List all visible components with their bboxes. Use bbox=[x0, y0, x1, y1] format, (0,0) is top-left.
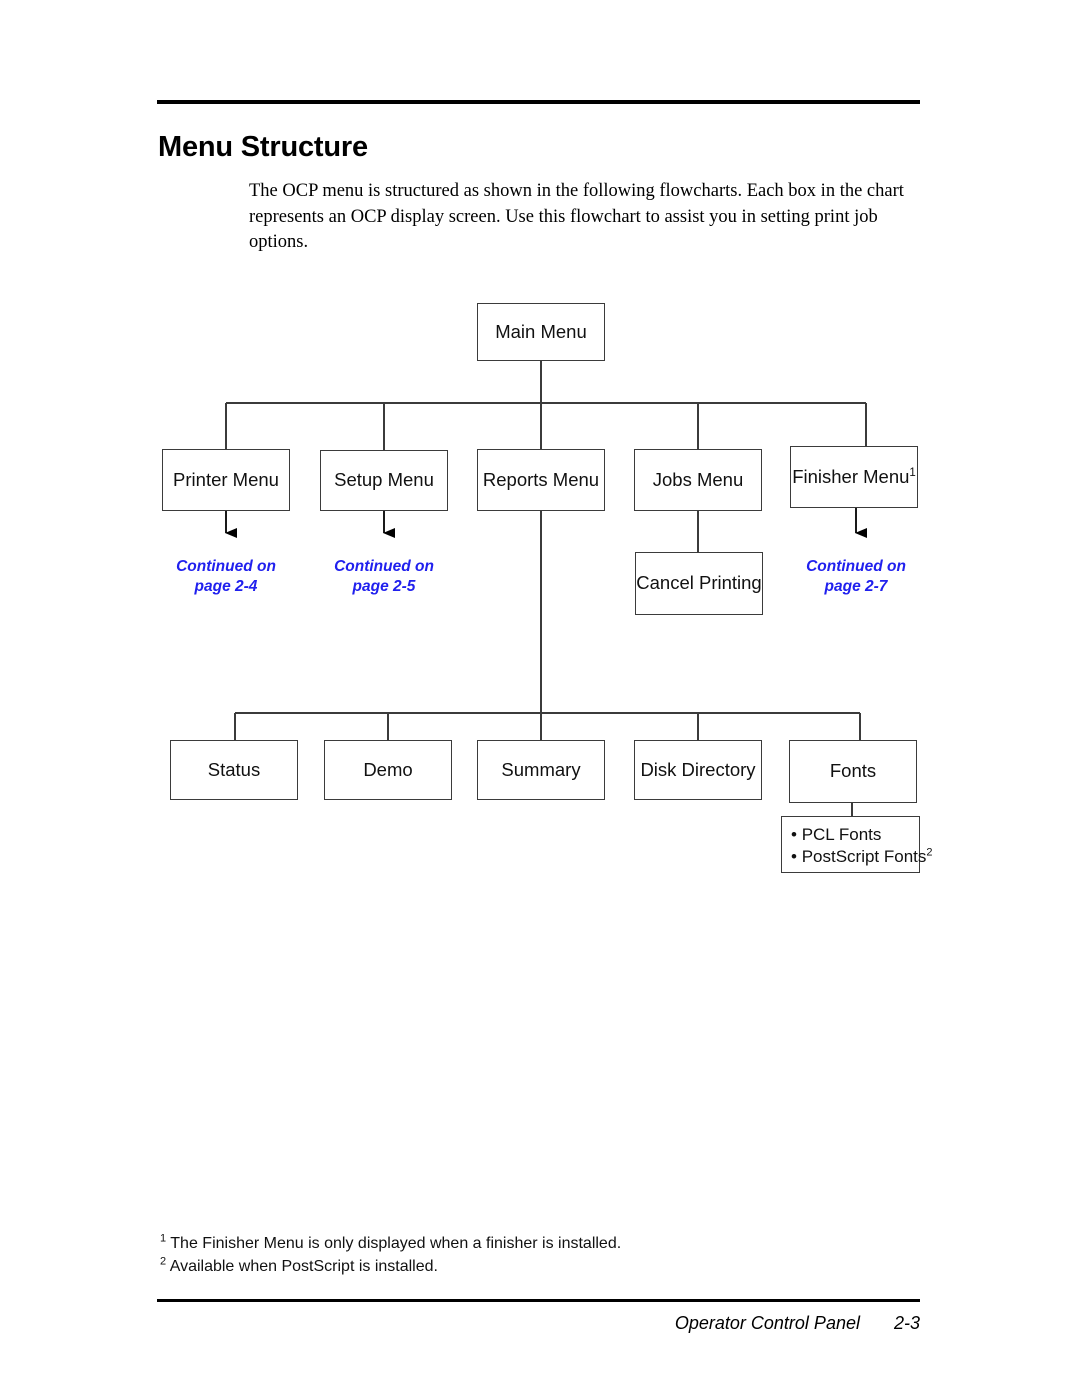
node-fonts[interactable]: Fonts bbox=[789, 740, 917, 803]
node-label: Demo bbox=[363, 758, 413, 780]
node-setup-menu[interactable]: Setup Menu bbox=[320, 450, 448, 511]
node-label: Disk Directory bbox=[640, 758, 756, 780]
node-demo[interactable]: Demo bbox=[324, 740, 452, 800]
footnote-1: 1 The Finisher Menu is only displayed wh… bbox=[160, 1232, 621, 1255]
node-font-list[interactable]: • PCL Fonts • PostScript Fonts2 bbox=[781, 816, 933, 873]
footnote-marker: 2 bbox=[160, 1255, 167, 1268]
node-label: Reports Menu bbox=[482, 468, 600, 490]
node-label: Setup Menu bbox=[334, 469, 434, 491]
node-label: Jobs Menu bbox=[652, 468, 744, 490]
node-label: Cancel Printing bbox=[636, 572, 762, 594]
font-list-item-label: PostScript Fonts bbox=[801, 847, 927, 866]
node-label: Main Menu bbox=[495, 320, 587, 342]
footnote-marker: 2 bbox=[926, 846, 933, 859]
node-label: Status bbox=[207, 758, 261, 780]
node-label: Finisher Menu bbox=[792, 465, 910, 487]
node-status[interactable]: Status bbox=[170, 740, 298, 800]
node-jobs-menu[interactable]: Jobs Menu bbox=[634, 449, 762, 511]
node-reports-menu[interactable]: Reports Menu bbox=[477, 449, 605, 511]
page-footer: Operator Control Panel 2-3 bbox=[157, 1313, 920, 1334]
node-disk-directory[interactable]: Disk Directory bbox=[634, 740, 762, 800]
node-cancel-printing[interactable]: Cancel Printing bbox=[635, 552, 763, 615]
continued-ref-page-2-5[interactable]: Continued on page 2-5 bbox=[309, 557, 459, 597]
footnote-text: Available when PostScript is installed. bbox=[169, 1258, 438, 1275]
node-label: Summary bbox=[501, 758, 581, 780]
node-printer-menu[interactable]: Printer Menu bbox=[162, 449, 290, 511]
node-main-menu[interactable]: Main Menu bbox=[477, 303, 605, 361]
continued-ref-page-2-4[interactable]: Continued on page 2-4 bbox=[151, 557, 301, 597]
font-list-item-pcl: • PCL Fonts bbox=[791, 825, 882, 844]
font-list-item-label: PCL Fonts bbox=[801, 825, 882, 844]
continued-line-2: page 2-5 bbox=[352, 578, 416, 595]
node-label: Printer Menu bbox=[173, 468, 279, 490]
continued-line-2: page 2-7 bbox=[824, 578, 888, 595]
continued-line-1: Continued on bbox=[334, 558, 434, 575]
node-label: Fonts bbox=[829, 760, 877, 782]
continued-line-2: page 2-4 bbox=[194, 578, 258, 595]
menu-structure-flowchart: Main Menu Printer Menu Setup Menu Report… bbox=[0, 0, 1080, 1397]
node-finisher-menu[interactable]: Finisher Menu1 bbox=[790, 446, 918, 508]
footnotes: 1 The Finisher Menu is only displayed wh… bbox=[160, 1232, 621, 1278]
font-list-item-postscript: • PostScript Fonts2 bbox=[791, 846, 933, 866]
continued-ref-page-2-7[interactable]: Continued on page 2-7 bbox=[781, 557, 931, 597]
footnote-2: 2 Available when PostScript is installed… bbox=[160, 1255, 621, 1278]
footer-rule bbox=[157, 1299, 920, 1302]
footer-section-title: Operator Control Panel bbox=[674, 1313, 860, 1333]
footnote-marker: 1 bbox=[160, 1232, 167, 1245]
flowchart-connectors bbox=[225, 361, 867, 816]
continued-line-1: Continued on bbox=[176, 558, 276, 575]
continued-line-1: Continued on bbox=[806, 558, 906, 575]
footnote-text: The Finisher Menu is only displayed when… bbox=[170, 1235, 622, 1252]
footnote-marker: 1 bbox=[909, 466, 916, 479]
node-summary[interactable]: Summary bbox=[477, 740, 605, 800]
footer-page-number: 2-3 bbox=[893, 1313, 920, 1333]
